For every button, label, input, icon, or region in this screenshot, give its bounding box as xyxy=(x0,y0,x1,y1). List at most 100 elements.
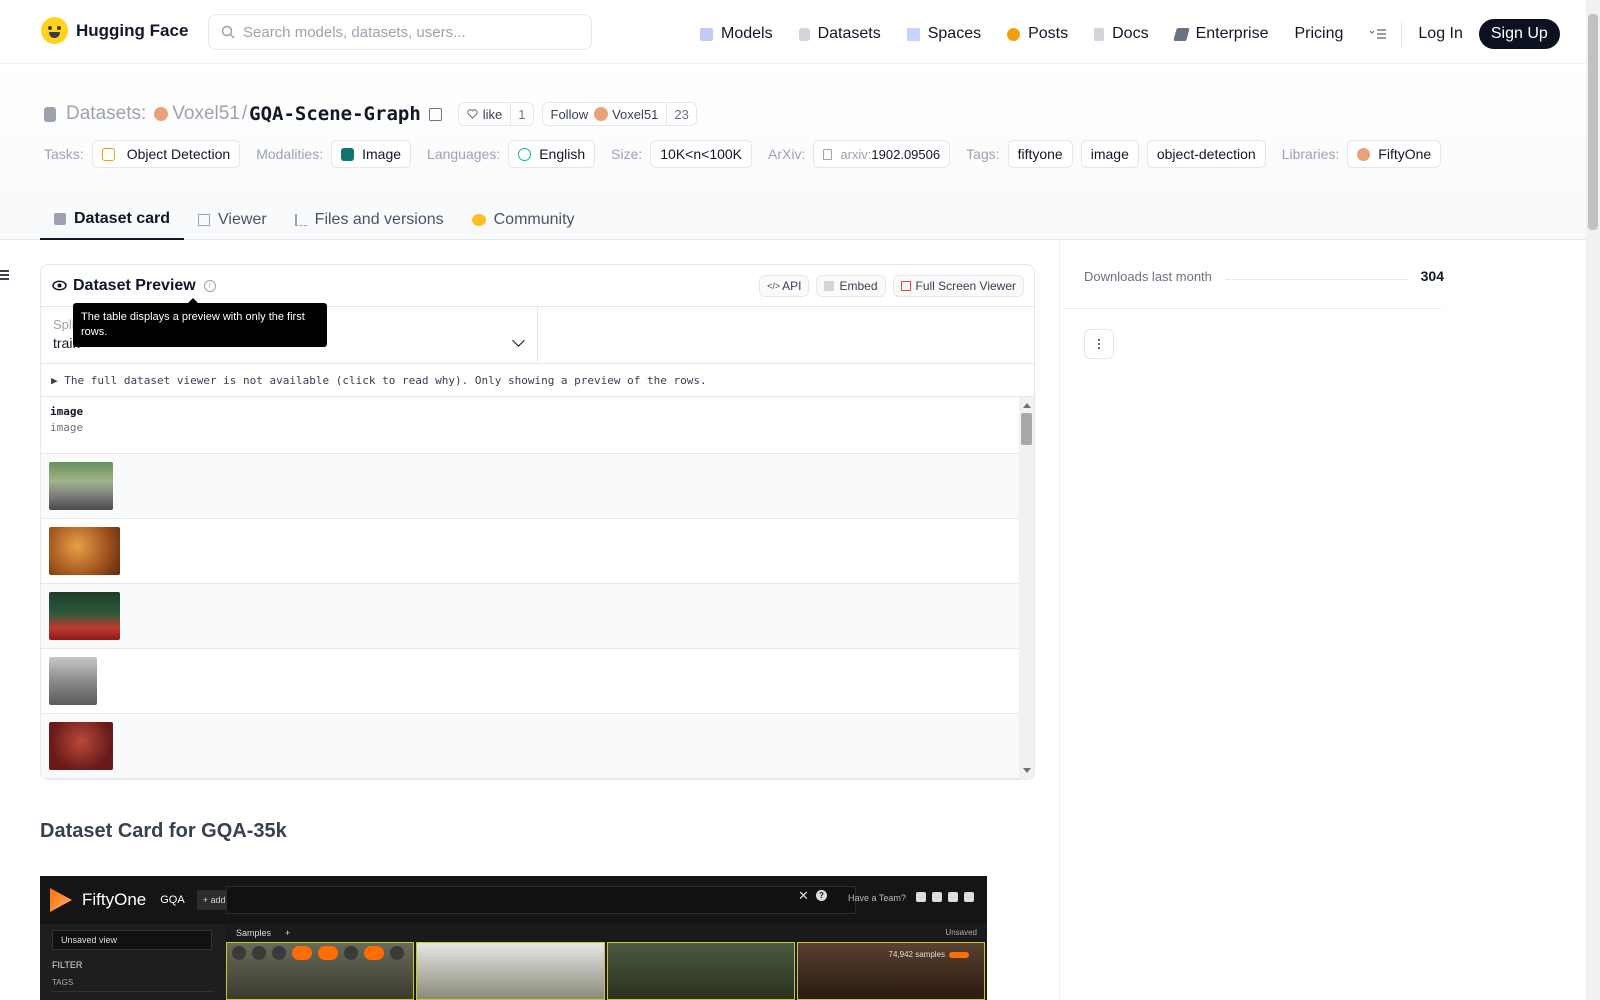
tag-object-detection[interactable]: object-detection xyxy=(1146,140,1266,168)
api-button[interactable]: </> API xyxy=(759,274,810,297)
nav-links: Models Datasets Spaces Posts Docs Enterp… xyxy=(700,19,1560,49)
search-box[interactable] xyxy=(208,14,592,50)
scroll-thumb[interactable] xyxy=(1021,413,1032,445)
window-scroll-thumb[interactable] xyxy=(1588,14,1598,230)
window-scrollbar[interactable] xyxy=(1586,0,1600,1000)
more-options-icon[interactable] xyxy=(1084,329,1114,359)
fiftyone-icon xyxy=(1357,147,1371,161)
scroll-down-icon[interactable] xyxy=(1023,768,1031,773)
nav-models[interactable]: Models xyxy=(700,25,773,43)
row-thumbnail[interactable] xyxy=(49,657,97,705)
table-row[interactable] xyxy=(41,649,1020,714)
language-tag[interactable]: English xyxy=(508,140,596,168)
tags-label: Tags: xyxy=(966,146,1000,162)
table-icon xyxy=(198,213,211,226)
row-thumbnail[interactable] xyxy=(49,527,120,575)
info-icon[interactable]: i xyxy=(203,279,216,292)
dataset-card-heading: Dataset Card for GQA-35k xyxy=(40,820,287,842)
nav-spaces[interactable]: Spaces xyxy=(906,25,981,43)
table-row[interactable] xyxy=(41,454,1020,519)
row-thumbnail[interactable] xyxy=(49,722,113,770)
fiftyone-title: FiftyOne xyxy=(82,890,147,909)
preview-tooltip: The table displays a preview with only t… xyxy=(73,298,327,347)
object-detection-icon xyxy=(101,147,115,161)
like-button[interactable]: like 1 xyxy=(457,102,534,126)
fiftyone-view-select: Unsaved view xyxy=(52,930,212,950)
scroll-up-icon[interactable] xyxy=(1023,403,1031,408)
arxiv-tag[interactable]: arxiv: 1902.09506 xyxy=(813,140,951,168)
tab-community[interactable]: Community xyxy=(458,199,589,240)
column-name: image xyxy=(50,405,84,418)
fiftyone-grid: Samples + Unsaved 74,942 samples xyxy=(226,924,987,1000)
row-thumbnail[interactable] xyxy=(49,592,120,640)
size-tag[interactable]: 10K<n<100K xyxy=(650,140,753,168)
search-input[interactable] xyxy=(243,23,583,41)
repo-name[interactable]: GQA-Scene-Graph xyxy=(249,103,421,125)
like-count: 1 xyxy=(510,103,532,125)
modality-tag[interactable]: Image xyxy=(331,140,412,168)
library-tag[interactable]: FiftyOne xyxy=(1347,140,1442,168)
fiftyone-filter: FILTER xyxy=(52,960,83,970)
eye-icon xyxy=(52,280,67,291)
size-label: Size: xyxy=(611,146,643,162)
tab-files-and-versions[interactable]: Files and versions xyxy=(281,199,458,240)
downloads-label: Downloads last month xyxy=(1084,268,1212,284)
fiftyone-team-link: Have a Team? xyxy=(848,893,906,903)
preview-table: image image xyxy=(41,397,1034,779)
fiftyone-tools xyxy=(232,946,404,960)
fiftyone-dataset: GQA xyxy=(160,894,185,906)
repo-header: Datasets: Voxel51 / GQA-Scene-Graph like… xyxy=(0,64,1586,240)
copy-icon[interactable] xyxy=(428,107,442,121)
more-menu-icon[interactable] xyxy=(1369,28,1387,40)
code-icon: </> xyxy=(767,280,781,291)
nav-pricing[interactable]: Pricing xyxy=(1294,25,1343,43)
signup-button[interactable]: Sign Up xyxy=(1478,19,1560,49)
tag-image[interactable]: image xyxy=(1080,140,1139,168)
org-avatar xyxy=(154,107,169,121)
tag-fiftyone[interactable]: fiftyone xyxy=(1007,140,1073,168)
nav-enterprise[interactable]: Enterprise xyxy=(1172,25,1268,43)
languages-label: Languages: xyxy=(427,146,501,162)
datasets-breadcrumb[interactable]: Datasets: xyxy=(66,103,146,125)
table-row[interactable] xyxy=(41,714,1020,779)
embed-button[interactable]: Embed xyxy=(816,274,886,297)
table-rows xyxy=(41,454,1034,779)
row-thumbnail[interactable] xyxy=(49,462,113,510)
tasks-label: Tasks: xyxy=(44,146,84,162)
docs-icon xyxy=(1094,27,1105,41)
paper-icon xyxy=(823,148,833,160)
sidebar-toggle-icon[interactable] xyxy=(0,270,9,282)
nav-docs[interactable]: Docs xyxy=(1094,25,1149,43)
viewer-notice[interactable]: ▶ The full dataset viewer is not availab… xyxy=(41,364,1034,397)
help-icon: ? xyxy=(816,890,827,901)
enterprise-icon xyxy=(1172,27,1190,41)
column-divider xyxy=(1059,240,1060,1000)
nav-posts[interactable]: Posts xyxy=(1007,25,1068,43)
table-row[interactable] xyxy=(41,584,1020,649)
tab-viewer[interactable]: Viewer xyxy=(184,199,281,240)
brand-logo[interactable]: Hugging Face xyxy=(41,17,188,44)
top-navigation: Hugging Face Models Datasets Spaces Post… xyxy=(0,0,1586,64)
full-screen-viewer-button[interactable]: Full Screen Viewer xyxy=(892,274,1024,297)
globe-icon xyxy=(518,147,532,161)
datasets-icon xyxy=(798,27,810,41)
tab-dataset-card[interactable]: Dataset card xyxy=(40,199,185,240)
dataset-preview: Dataset Preview i </> API Embed Full Scre… xyxy=(40,264,1035,780)
posts-icon xyxy=(1007,27,1021,41)
fiftyone-stage-bar xyxy=(226,886,856,914)
libraries-label: Libraries: xyxy=(1281,146,1340,162)
table-scrollbar[interactable] xyxy=(1019,397,1034,779)
follow-button[interactable]: Follow Voxel51 23 xyxy=(541,102,697,126)
fiftyone-sample-count: 74,942 samples xyxy=(888,950,945,959)
org-link[interactable]: Voxel51 xyxy=(154,103,240,125)
dotted-leader xyxy=(1225,272,1407,280)
nav-datasets[interactable]: Datasets xyxy=(798,25,881,43)
fiftyone-zoom-slider xyxy=(949,952,969,958)
task-tag[interactable]: Object Detection xyxy=(91,140,241,168)
login-link[interactable]: Log In xyxy=(1418,25,1462,43)
column-header: image image xyxy=(41,397,1034,454)
fiftyone-sidebar: Unsaved view FILTER TAGS xyxy=(40,924,226,1000)
follower-count: 23 xyxy=(666,103,695,125)
dataset-card-icon xyxy=(54,212,66,225)
table-row[interactable] xyxy=(41,519,1020,584)
